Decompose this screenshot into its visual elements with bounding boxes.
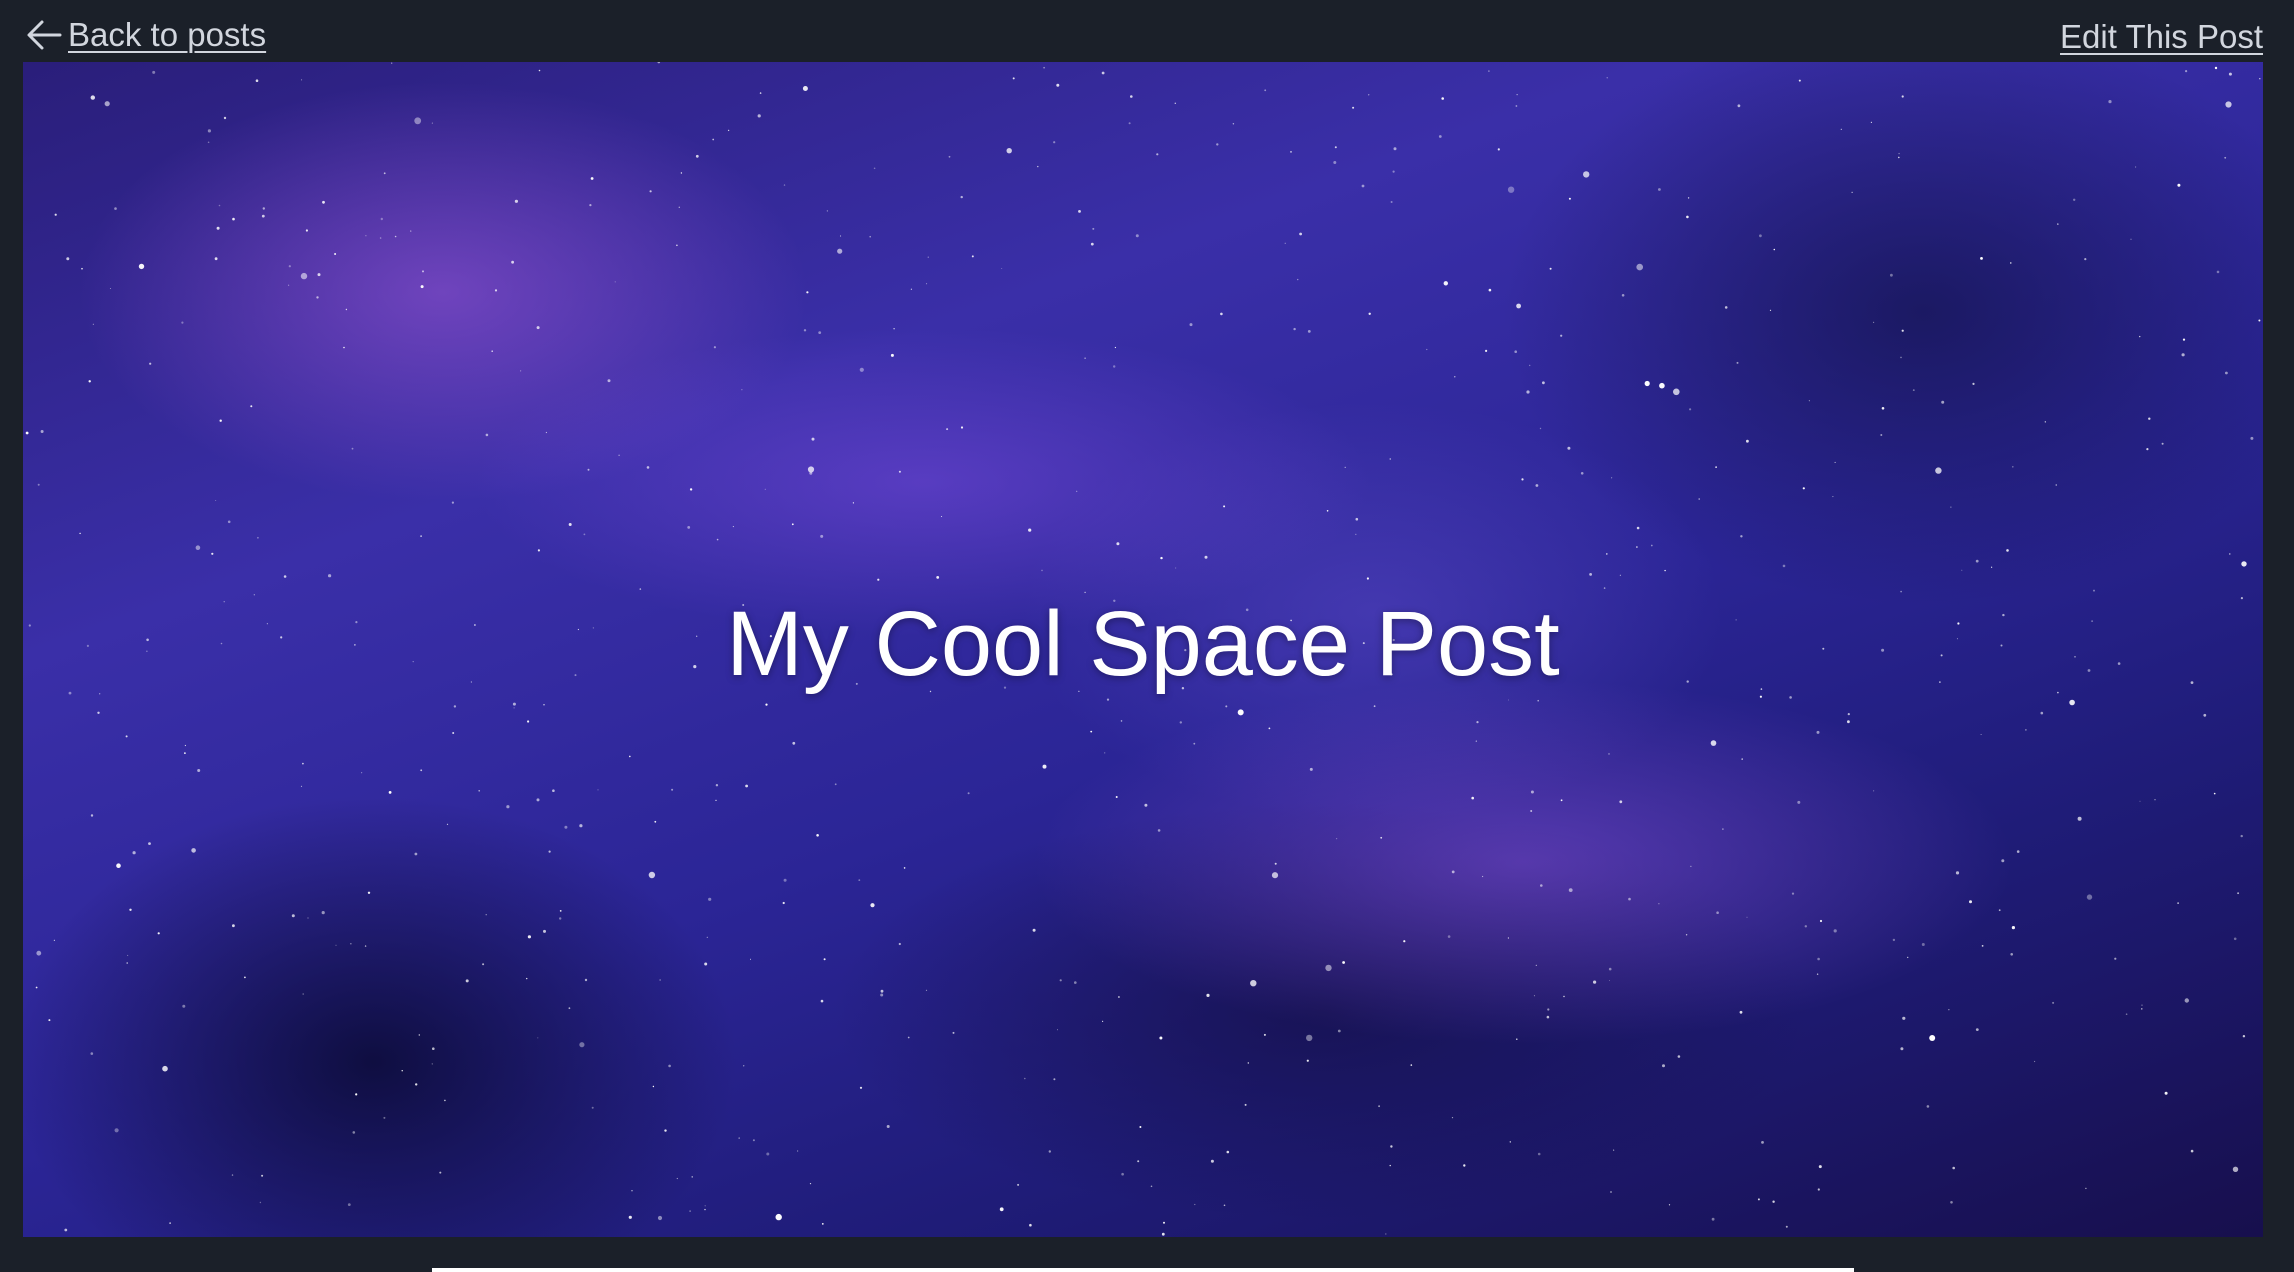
- edit-post-link[interactable]: Edit This Post: [2060, 18, 2263, 56]
- post-title: My Cool Space Post: [726, 593, 1560, 695]
- top-navigation-bar: Back to posts Edit This Post: [0, 0, 2294, 62]
- back-to-posts-label: Back to posts: [68, 16, 267, 53]
- post-hero-image: My Cool Space Post: [23, 62, 2263, 1237]
- arrow-left-icon: [27, 20, 62, 50]
- back-to-posts-link[interactable]: Back to posts: [24, 14, 266, 56]
- post-content-card: [432, 1268, 1854, 1272]
